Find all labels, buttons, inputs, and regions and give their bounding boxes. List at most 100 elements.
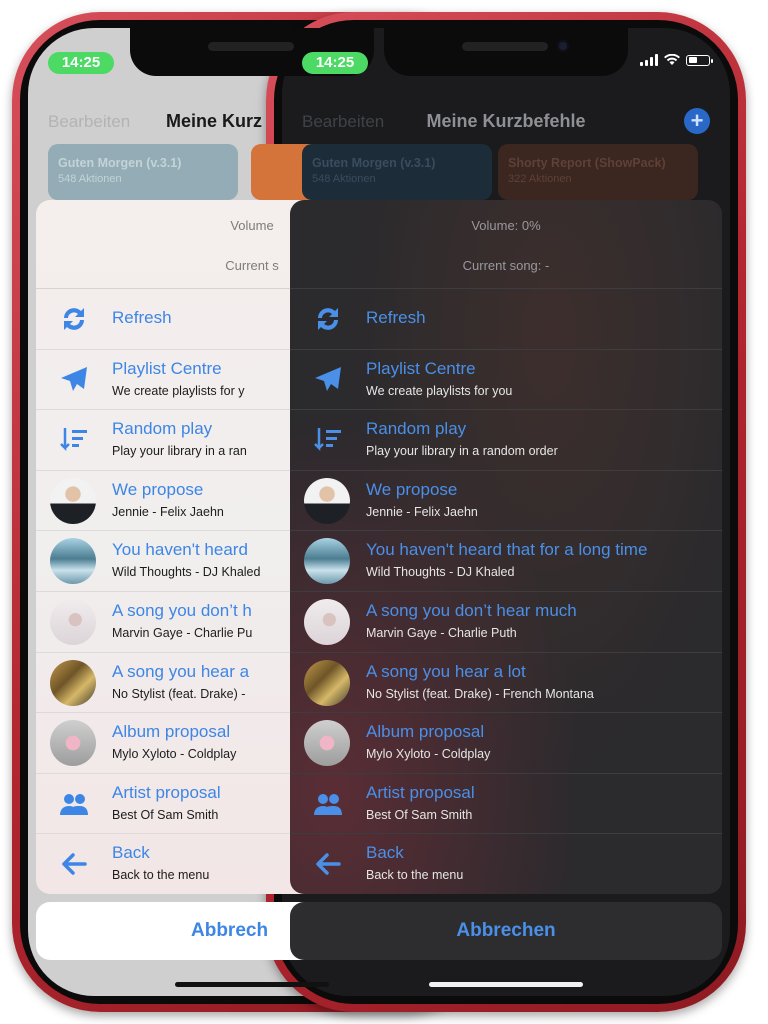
album-art: [304, 598, 350, 645]
menu-item-frequent-song[interactable]: A song you hear a lot No Stylist (feat. …: [290, 653, 722, 714]
menu-item-title: You haven't heard: [112, 540, 248, 560]
status-time: 14:25: [48, 52, 114, 74]
menu-item-title: Artist proposal: [112, 782, 221, 802]
paper-plane-icon: [61, 366, 87, 391]
arrow-left-icon: [62, 853, 87, 876]
shortcut-tile[interactable]: Guten Morgen (v.3.1) 548 Aktionen: [48, 144, 238, 200]
menu-item-subtitle: Back to the menu: [366, 868, 464, 883]
screen-dark: 14:25 Bearbeiten Meine Kurzbefehle + Gut…: [282, 28, 730, 996]
arrow-left-icon: [316, 853, 341, 876]
menu-item-random-play[interactable]: Random play Play your library in a rando…: [290, 410, 722, 471]
sort-descending-icon: [314, 428, 341, 452]
menu-item-subtitle: Marvin Gaye - Charlie Puth: [366, 625, 517, 640]
menu-item-title: Artist proposal: [366, 782, 475, 802]
page-title: Meine Kurz: [166, 111, 263, 131]
add-shortcut-button[interactable]: +: [684, 108, 710, 134]
album-art: [304, 659, 350, 706]
menu-item-subtitle: Wild Thoughts - DJ Khaled: [366, 565, 515, 580]
menu-item-refresh[interactable]: Refresh: [290, 289, 722, 350]
edit-button[interactable]: Bearbeiten: [48, 112, 130, 132]
nav-bar: Bearbeiten Meine Kurzbefehle +: [282, 108, 730, 138]
volume-text: Volume: 0%: [471, 218, 541, 233]
menu-item-title: You haven't heard that for a long time: [366, 540, 648, 560]
signal-icon: [640, 54, 658, 66]
menu-item-title: Back: [366, 843, 404, 863]
tile-title: Guten Morgen (v.3.1): [312, 156, 436, 170]
album-art: [50, 659, 96, 706]
page-title: Meine Kurzbefehle: [426, 111, 586, 131]
menu-item-rare-song[interactable]: A song you don’t hear much Marvin Gaye -…: [290, 592, 722, 653]
menu-item-subtitle: Back to the menu: [112, 868, 210, 883]
menu-item-subtitle: Best Of Sam Smith: [366, 807, 473, 822]
menu-item-title: We propose: [366, 479, 458, 499]
menu-item-title: Playlist Centre: [112, 358, 222, 378]
users-icon: [60, 793, 88, 815]
menu-item-subtitle: No Stylist (feat. Drake) -: [112, 686, 246, 701]
menu-item-title: A song you hear a: [112, 661, 250, 681]
menu-item-title: Refresh: [366, 308, 426, 327]
phone-dark: 14:25 Bearbeiten Meine Kurzbefehle + Gut…: [266, 12, 746, 1012]
menu-item-subtitle: We create playlists for y: [112, 383, 245, 398]
menu-item-title: Refresh: [112, 308, 172, 327]
menu-item-subtitle: Mylo Xyloto - Coldplay: [366, 747, 491, 762]
album-art: [50, 538, 96, 585]
action-sheet: Volume: 0% Current song: - Refresh Playl…: [290, 200, 722, 894]
menu-item-subtitle: Mylo Xyloto - Coldplay: [112, 747, 237, 762]
menu-item-subtitle: We create playlists for you: [366, 383, 513, 398]
menu-item-back[interactable]: Back Back to the menu: [290, 834, 722, 894]
menu-item-subtitle: Jennie - Felix Jaehn: [366, 504, 478, 519]
shortcut-tiles: Guten Morgen (v.3.1) 548 Aktionen Shorty…: [302, 144, 710, 200]
menu-item-title: A song you don’t hear much: [366, 600, 577, 620]
shortcut-tile[interactable]: Shorty Report (ShowPack) 322 Aktionen: [498, 144, 698, 200]
home-indicator[interactable]: [175, 982, 329, 987]
users-icon: [314, 793, 342, 815]
menu-item-not-heard[interactable]: You haven't heard that for a long time W…: [290, 531, 722, 592]
menu-item-subtitle: Play your library in a ran: [112, 444, 247, 459]
menu-item-subtitle: Jennie - Felix Jaehn: [112, 504, 224, 519]
menu-item-playlist-centre[interactable]: Playlist Centre We create playlists for …: [290, 350, 722, 411]
tile-title: Guten Morgen (v.3.1): [58, 156, 182, 170]
tile-subtitle: 548 Aktionen: [58, 173, 122, 185]
menu-item-subtitle: Best Of Sam Smith: [112, 807, 219, 822]
tile-subtitle: 548 Aktionen: [312, 173, 376, 185]
refresh-icon: [318, 308, 338, 330]
camera-icon: [557, 40, 569, 52]
album-art: [304, 720, 350, 767]
menu-item-title: Back: [112, 843, 150, 863]
album-art: [50, 598, 96, 645]
album-art: [304, 538, 350, 585]
status-icons: [640, 54, 713, 66]
menu-item-subtitle: Play your library in a random order: [366, 444, 558, 459]
menu-item-title: Random play: [366, 419, 467, 439]
notch: [384, 28, 628, 76]
album-art: [50, 720, 96, 767]
home-indicator[interactable]: [429, 982, 583, 987]
menu-item-title: Playlist Centre: [366, 358, 476, 378]
sort-descending-icon: [60, 428, 87, 452]
menu-item-artist-proposal[interactable]: Artist proposal Best Of Sam Smith: [290, 774, 722, 835]
paper-plane-icon: [315, 366, 341, 391]
refresh-icon: [64, 308, 84, 330]
cancel-button[interactable]: Abbrechen: [290, 902, 722, 960]
menu-item-title: Album proposal: [112, 722, 231, 742]
menu-item-title: Album proposal: [366, 722, 485, 742]
menu-item-title: A song you hear a lot: [366, 661, 526, 681]
menu-item-we-propose[interactable]: We propose Jennie - Felix Jaehn: [290, 471, 722, 532]
wifi-icon: [664, 54, 680, 65]
tile-subtitle: 322 Aktionen: [508, 173, 572, 185]
menu-item-title: We propose: [112, 479, 204, 499]
current-song-text: Current song: -: [462, 258, 550, 273]
menu-item-title: Random play: [112, 419, 213, 439]
menu-item-album-proposal[interactable]: Album proposal Mylo Xyloto - Coldplay: [290, 713, 722, 774]
album-art: [304, 477, 350, 524]
battery-icon: [686, 54, 713, 66]
menu-item-subtitle: No Stylist (feat. Drake) - French Montan…: [366, 686, 594, 701]
album-art: [50, 477, 96, 524]
player-info: Volume: 0% Current song: -: [290, 200, 722, 289]
status-time: 14:25: [302, 52, 368, 74]
tile-title: Shorty Report (ShowPack): [508, 156, 666, 170]
shortcut-tile[interactable]: Guten Morgen (v.3.1) 548 Aktionen: [302, 144, 492, 200]
menu-item-subtitle: Wild Thoughts - DJ Khaled: [112, 565, 261, 580]
menu-item-subtitle: Marvin Gaye - Charlie Pu: [112, 625, 253, 640]
menu-item-title: A song you don’t h: [112, 600, 252, 620]
